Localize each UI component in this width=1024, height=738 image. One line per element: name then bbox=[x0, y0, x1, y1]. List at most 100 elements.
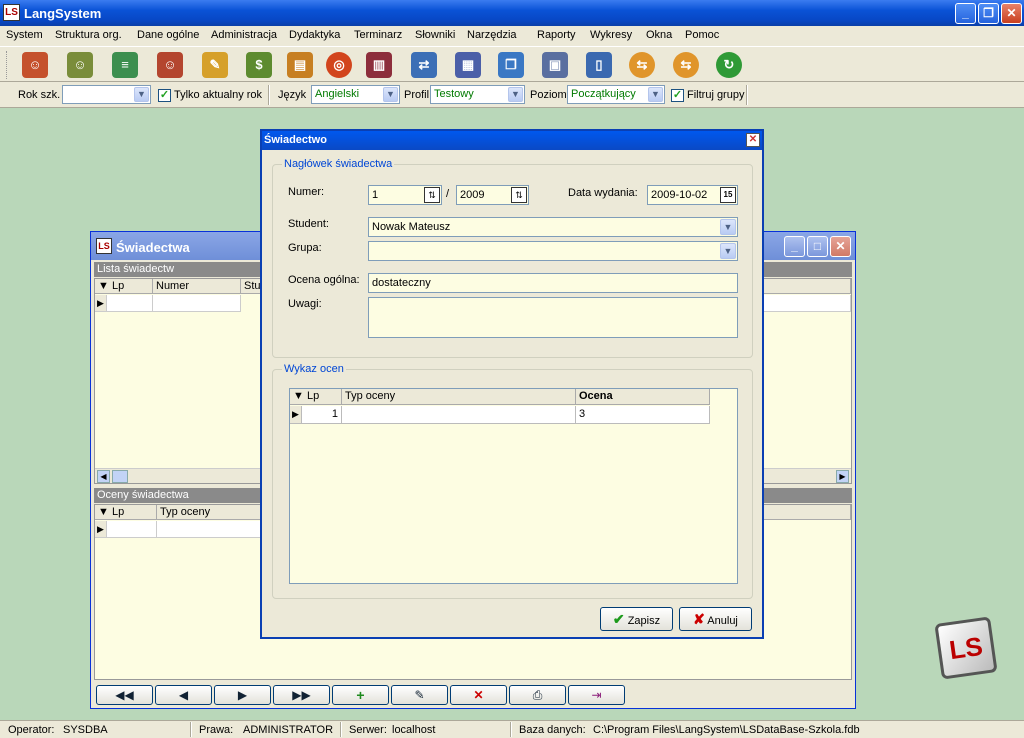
number-year-field[interactable]: 2009 ⇅ bbox=[456, 185, 529, 205]
restore-icon[interactable]: ❐ bbox=[978, 3, 999, 24]
next-record-button[interactable]: ▶ bbox=[214, 685, 271, 705]
menu-slowniki[interactable]: Słowniki bbox=[415, 29, 455, 41]
table-cell[interactable] bbox=[153, 295, 241, 312]
books-stack-icon[interactable]: ≡ bbox=[112, 52, 138, 78]
filter-groups-checkbox[interactable]: ✓ bbox=[671, 89, 684, 102]
table-cell[interactable] bbox=[107, 521, 157, 538]
year-label: Rok szk. bbox=[18, 89, 61, 101]
chevron-down-icon[interactable]: ▼ bbox=[720, 243, 736, 259]
chevron-down-icon[interactable]: ▼ bbox=[134, 87, 149, 102]
table-cell[interactable] bbox=[107, 295, 153, 312]
status-divider bbox=[510, 722, 512, 737]
first-record-button[interactable]: ◀◀ bbox=[96, 685, 153, 705]
exchange-icon[interactable]: ⇄ bbox=[411, 52, 437, 78]
stepper-icon[interactable]: ⇅ bbox=[511, 187, 527, 203]
money-bag-icon[interactable]: $ bbox=[246, 52, 272, 78]
clipboard-icon[interactable]: ▤ bbox=[287, 52, 313, 78]
close-icon[interactable]: ✕ bbox=[746, 133, 760, 147]
scroll-left-icon[interactable]: ◀ bbox=[97, 470, 110, 483]
last-record-button[interactable]: ▶▶ bbox=[273, 685, 330, 705]
refresh-icon[interactable]: ↻ bbox=[716, 52, 742, 78]
print-icon[interactable]: ⎙ bbox=[509, 685, 566, 705]
chevron-down-icon[interactable]: ▼ bbox=[383, 87, 398, 102]
app-logo-icon: LS bbox=[96, 238, 112, 254]
grades-grid[interactable]: ▼ Lp Typ oceny Ocena ▶ 1 3 bbox=[289, 388, 738, 584]
row-indicator-icon: ▶ bbox=[95, 295, 107, 312]
issue-date-field[interactable]: 2009-10-02 15 bbox=[647, 185, 738, 205]
target-icon[interactable]: ◎ bbox=[326, 52, 352, 78]
certificate-dialog-titlebar[interactable]: Świadectwo ✕ bbox=[262, 131, 762, 150]
add-record-button[interactable]: + bbox=[332, 685, 389, 705]
number-field[interactable]: 1 ⇅ bbox=[368, 185, 442, 205]
column-typ-oceny[interactable]: Typ oceny bbox=[342, 389, 576, 405]
student-select[interactable]: Nowak Mateusz ▼ bbox=[368, 217, 738, 237]
profile-select[interactable]: Testowy ▼ bbox=[430, 85, 525, 104]
save-label: Zapisz bbox=[627, 615, 661, 627]
close-icon[interactable]: ✕ bbox=[830, 236, 851, 257]
menu-terminarz[interactable]: Terminarz bbox=[354, 29, 402, 41]
teacher-icon[interactable]: ☺ bbox=[67, 52, 93, 78]
delete-record-button[interactable]: ✕ bbox=[450, 685, 507, 705]
sync-right-icon[interactable]: ⇆ bbox=[673, 52, 699, 78]
people-icon[interactable]: ☺ bbox=[22, 52, 48, 78]
notebook-icon[interactable]: ✎ bbox=[202, 52, 228, 78]
check-icon: ✔ bbox=[612, 611, 625, 627]
overall-grade-field[interactable]: dostateczny bbox=[368, 273, 738, 293]
menu-system[interactable]: System bbox=[6, 29, 43, 41]
menu-administracja[interactable]: Administracja bbox=[211, 29, 277, 41]
server-label: Serwer: bbox=[349, 724, 387, 736]
grade-row-lp[interactable]: 1 bbox=[302, 406, 342, 424]
chevron-down-icon[interactable]: ▼ bbox=[508, 87, 523, 102]
table-cell[interactable] bbox=[157, 521, 267, 538]
columns-icon[interactable]: ▯ bbox=[586, 52, 612, 78]
column-lp[interactable]: ▼ Lp bbox=[95, 279, 153, 294]
grade-row-type[interactable] bbox=[342, 406, 576, 424]
copy-icon[interactable]: ❐ bbox=[498, 52, 524, 78]
prev-record-button[interactable]: ◀ bbox=[155, 685, 212, 705]
menu-pomoc[interactable]: Pomoc bbox=[685, 29, 719, 41]
stepper-icon[interactable]: ⇅ bbox=[424, 187, 440, 203]
toolbar-grip[interactable] bbox=[6, 51, 9, 79]
column-lp[interactable]: ▼ Lp bbox=[290, 389, 342, 405]
sync-left-icon[interactable]: ⇆ bbox=[629, 52, 655, 78]
menu-okna[interactable]: Okna bbox=[646, 29, 672, 41]
notes-field[interactable] bbox=[368, 297, 738, 338]
language-select[interactable]: Angielski ▼ bbox=[311, 85, 400, 104]
minimize-icon[interactable]: _ bbox=[784, 236, 805, 257]
maximize-icon[interactable]: □ bbox=[807, 236, 828, 257]
group-label: Grupa: bbox=[288, 242, 322, 254]
app-title: LangSystem bbox=[24, 6, 102, 21]
edit-record-button[interactable]: ✎ bbox=[391, 685, 448, 705]
only-current-checkbox[interactable]: ✓ bbox=[158, 89, 171, 102]
group-select[interactable]: ▼ bbox=[368, 241, 738, 261]
journal-icon[interactable]: ▦ bbox=[455, 52, 481, 78]
save-button[interactable]: ✔ Zapisz bbox=[600, 607, 673, 631]
chevron-down-icon[interactable]: ▼ bbox=[648, 87, 663, 102]
menu-struktura[interactable]: Struktura org. bbox=[55, 29, 122, 41]
column-typ-oceny[interactable]: Typ oceny bbox=[157, 505, 267, 520]
chevron-down-icon[interactable]: ▼ bbox=[720, 219, 736, 235]
column-numer[interactable]: Numer bbox=[153, 279, 241, 294]
exit-icon[interactable]: ⇥ bbox=[568, 685, 625, 705]
app-title-bar[interactable]: LS LangSystem _ ❐ ✕ bbox=[0, 0, 1024, 26]
windows-icon[interactable]: ▣ bbox=[542, 52, 568, 78]
student-icon[interactable]: ☺ bbox=[157, 52, 183, 78]
level-select[interactable]: Początkujący ▼ bbox=[567, 85, 665, 104]
menu-dane-ogolne[interactable]: Dane ogólne bbox=[137, 29, 199, 41]
table-cell[interactable] bbox=[758, 295, 851, 312]
column-ocena[interactable]: Ocena bbox=[576, 389, 710, 405]
year-select[interactable]: ▼ bbox=[62, 85, 151, 104]
grade-row-grade[interactable]: 3 bbox=[576, 406, 710, 424]
menu-raporty[interactable]: Raporty bbox=[537, 29, 576, 41]
menu-narzedzia[interactable]: Narzędzia bbox=[467, 29, 517, 41]
minimize-icon[interactable]: _ bbox=[955, 3, 976, 24]
book-icon[interactable]: ▥ bbox=[366, 52, 392, 78]
close-icon[interactable]: ✕ bbox=[1001, 3, 1022, 24]
menu-dydaktyka[interactable]: Dydaktyka bbox=[289, 29, 340, 41]
menu-wykresy[interactable]: Wykresy bbox=[590, 29, 632, 41]
calendar-icon[interactable]: 15 bbox=[720, 187, 736, 203]
column-lp[interactable]: ▼ Lp bbox=[95, 505, 157, 520]
scroll-thumb[interactable] bbox=[112, 470, 128, 483]
scroll-right-icon[interactable]: ▶ bbox=[836, 470, 849, 483]
cancel-button[interactable]: ✘ Anuluj bbox=[679, 607, 752, 631]
